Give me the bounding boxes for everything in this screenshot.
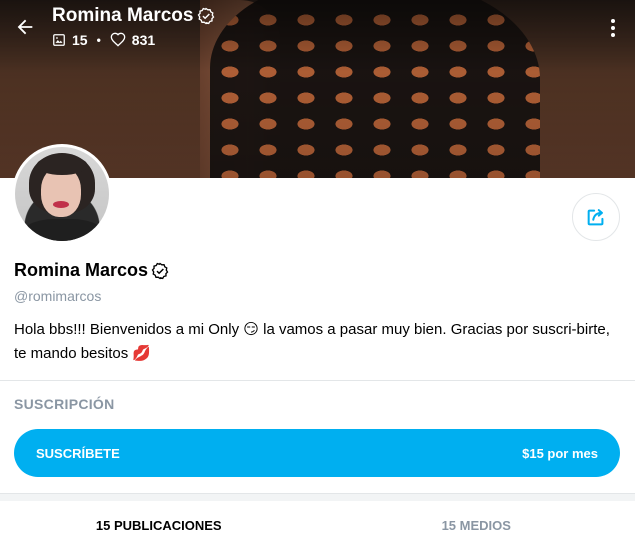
divider	[0, 380, 635, 381]
avatar-image	[15, 147, 109, 241]
header-stats: 15 • 831	[52, 32, 215, 48]
heart-icon	[110, 32, 126, 47]
profile-name: Romina Marcos	[14, 260, 149, 280]
header-title: Romina Marcos	[52, 5, 194, 26]
verified-badge-icon	[198, 7, 215, 25]
media-stat[interactable]: 15	[52, 32, 88, 48]
media-count: 15	[72, 32, 88, 48]
likes-count: 831	[131, 32, 156, 48]
section-separator	[0, 493, 635, 501]
tab-posts[interactable]: 15 PUBLICACIONES	[0, 501, 318, 547]
subscribe-price: $15 por mes	[522, 445, 598, 461]
subscribe-button-label: SUSCRÍBETE	[36, 445, 120, 461]
likes-stat[interactable]: 831	[110, 32, 155, 48]
stats-separator: •	[96, 33, 101, 47]
bio-text: Hola bbs!!! Bienvenidos a mi Only	[14, 321, 240, 338]
image-icon	[53, 34, 65, 46]
profile-name-row: Romina Marcos	[14, 260, 169, 281]
top-bar: Romina Marcos 15 • 831	[0, 0, 635, 60]
smirk-emoji-icon: 😏	[243, 321, 259, 338]
profile-bio: Hola bbs!!! Bienvenidos a mi Only 😏 la v…	[14, 318, 620, 366]
more-vertical-icon	[611, 26, 615, 30]
tab-media[interactable]: 15 MEDIOS	[318, 501, 635, 547]
avatar[interactable]	[12, 144, 112, 244]
back-arrow-icon	[17, 19, 33, 35]
content-tabs: 15 PUBLICACIONES 15 MEDIOS	[0, 501, 635, 547]
more-options-button[interactable]	[603, 14, 623, 42]
back-button[interactable]	[10, 12, 40, 42]
more-vertical-icon	[611, 33, 615, 37]
share-button[interactable]	[572, 193, 620, 241]
header-title-block: Romina Marcos 15 • 831	[52, 5, 215, 48]
subscribe-button[interactable]: SUSCRÍBETE $15 por mes	[14, 429, 620, 477]
profile-handle[interactable]: @romimarcos	[14, 288, 101, 304]
share-icon	[587, 209, 604, 226]
more-vertical-icon	[611, 19, 615, 23]
subscription-heading: SUSCRIPCIÓN	[14, 396, 115, 412]
verified-badge-icon	[151, 262, 169, 279]
kiss-lips-emoji-icon: 💋	[132, 345, 152, 362]
